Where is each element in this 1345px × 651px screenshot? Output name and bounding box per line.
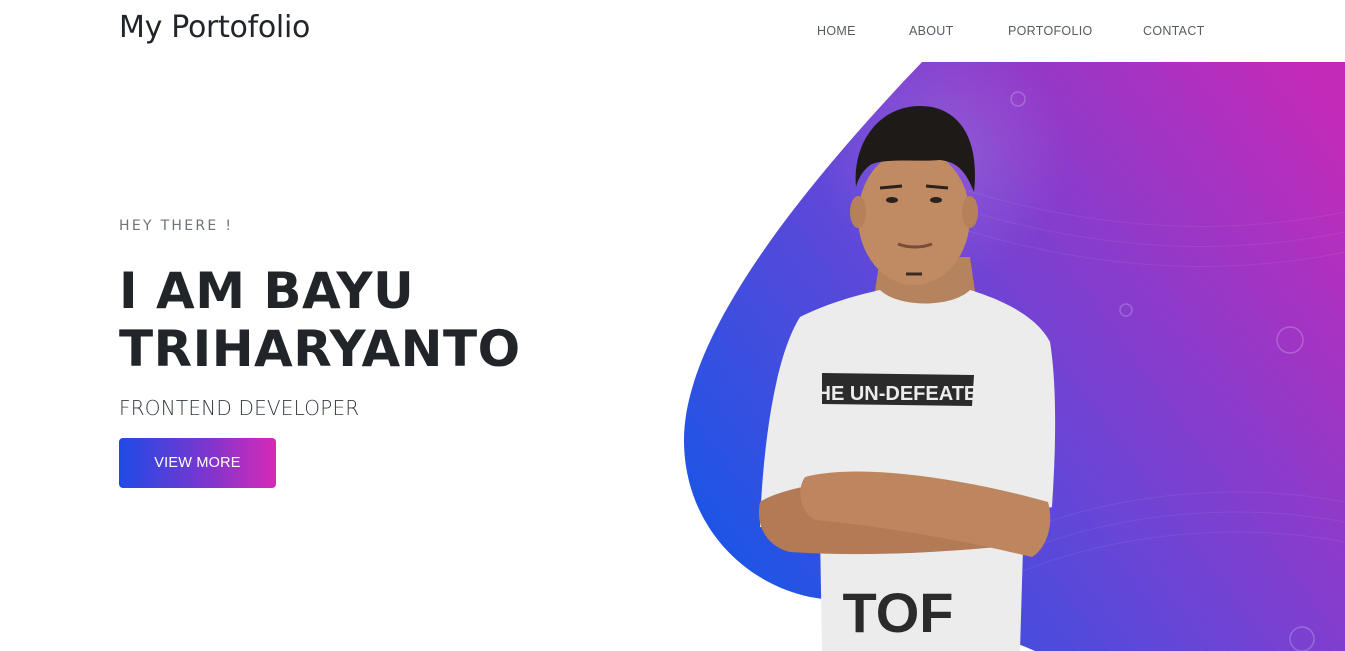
hero-intro: HEY THERE ! I AM BAYU TRIHARYANTO FRONTE… <box>119 218 639 488</box>
nav-links: HOME ABOUT PORTOFOLIO CONTACT <box>0 24 1345 40</box>
page: My Portofolio HOME ABOUT PORTOFOLIO CONT… <box>0 0 1345 651</box>
hero-name-line2: TRIHARYANTO <box>119 320 521 378</box>
shirt-print-text: THE UN-DEFEATED <box>804 383 991 405</box>
navbar: My Portofolio HOME ABOUT PORTOFOLIO CONT… <box>0 0 1345 62</box>
hero-name-line1: I AM BAYU <box>119 262 415 320</box>
nav-link-portofolio[interactable]: PORTOFOLIO <box>1008 24 1093 38</box>
hero-name: I AM BAYU TRIHARYANTO <box>119 262 639 378</box>
hero-role: FRONTEND DEVELOPER <box>119 396 360 420</box>
nav-link-home[interactable]: HOME <box>817 24 856 38</box>
shirt-lower-print: TOF <box>843 581 954 644</box>
view-more-button[interactable]: VIEW MORE <box>119 438 276 488</box>
portrait-face <box>858 149 970 285</box>
nav-link-contact[interactable]: CONTACT <box>1143 24 1205 38</box>
portrait-photo: THE UN-DEFEATED TOF <box>758 106 1056 651</box>
hero-greeting: HEY THERE ! <box>119 218 234 234</box>
nav-link-about[interactable]: ABOUT <box>909 24 954 38</box>
hero-graphic: THE UN-DEFEATED TOF <box>640 62 1345 651</box>
